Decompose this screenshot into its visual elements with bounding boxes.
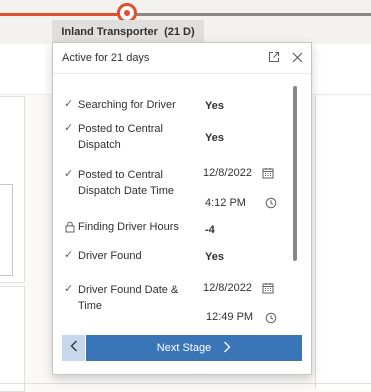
field-label: Searching for Driver xyxy=(78,99,176,111)
field-value[interactable]: Yes xyxy=(205,132,224,144)
stage-flyout: Active for 21 days ✓ Searching for Drive… xyxy=(52,42,312,375)
check-icon: ✓ xyxy=(64,168,74,180)
field-list: ✓ Searching for Driver Yes ✓ Posted to C… xyxy=(53,73,311,335)
flyout-header: Active for 21 days xyxy=(53,43,311,74)
close-icon[interactable] xyxy=(290,50,304,64)
process-bar: Inland Transporter (21 D) xyxy=(0,0,371,44)
chevron-right-icon xyxy=(223,341,231,356)
date-field[interactable]: 12/8/2022 xyxy=(203,167,252,179)
background-field xyxy=(0,184,13,276)
field-label: Posted to Central Dispatch Date Time xyxy=(78,169,174,197)
field-value[interactable]: Yes xyxy=(205,251,224,263)
check-icon: ✓ xyxy=(64,98,74,110)
calendar-icon[interactable] xyxy=(262,166,274,184)
clock-icon[interactable] xyxy=(265,311,277,329)
chevron-left-icon xyxy=(70,339,78,357)
time-field[interactable]: 4:12 PM xyxy=(205,197,246,209)
time-field[interactable]: 12:49 PM xyxy=(206,311,253,323)
expand-icon[interactable] xyxy=(267,50,281,64)
next-stage-label: Next Stage xyxy=(156,342,212,354)
stage-name: Inland Transporter xyxy=(61,26,158,38)
calendar-icon[interactable] xyxy=(262,281,274,299)
remaining-progress-line xyxy=(128,13,371,16)
flyout-title: Active for 21 days xyxy=(62,52,150,64)
field-value[interactable]: Yes xyxy=(205,100,224,112)
stage-duration: (21 D) xyxy=(164,26,195,38)
flyout-scrollbar[interactable] xyxy=(293,86,297,261)
background-panel xyxy=(315,96,371,390)
stage-node-dot xyxy=(124,10,130,16)
clock-icon[interactable] xyxy=(265,196,277,214)
field-value: -4 xyxy=(205,224,215,236)
field-label: Driver Found Date & Time xyxy=(78,284,179,312)
background-card xyxy=(0,286,25,392)
check-icon: ✓ xyxy=(64,249,74,261)
field-label: Posted to Central Dispatch xyxy=(78,123,163,151)
active-stage-tab[interactable]: Inland Transporter (21 D) xyxy=(52,20,204,44)
completed-progress-line xyxy=(0,13,128,16)
lock-icon xyxy=(65,220,75,238)
check-icon: ✓ xyxy=(64,122,74,134)
date-field[interactable]: 12/8/2022 xyxy=(203,282,252,294)
field-label: Finding Driver Hours xyxy=(78,221,179,233)
field-label: Driver Found xyxy=(78,250,142,262)
check-icon: ✓ xyxy=(64,283,74,295)
divider xyxy=(0,383,371,384)
next-stage-button[interactable]: Next Stage xyxy=(86,335,302,361)
previous-stage-button[interactable] xyxy=(62,335,85,361)
